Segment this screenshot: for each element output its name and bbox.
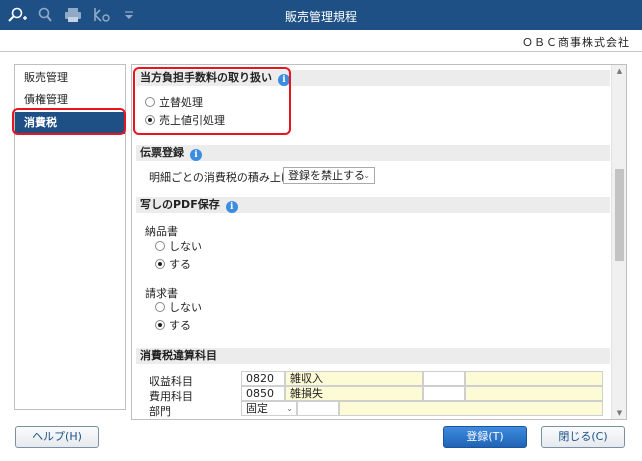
expense-account-name: 雑損失 — [285, 386, 423, 401]
section-heading-pdf: 写しのPDF保存 i — [136, 197, 610, 213]
radio-invoice-no[interactable]: しない — [155, 299, 202, 315]
expense-account-label: 費用科目 — [149, 390, 193, 403]
chevron-down-icon: ⌄ — [363, 171, 370, 180]
department-select[interactable]: 固定 ⌄ — [241, 401, 297, 416]
revenue-account-extra[interactable] — [423, 371, 465, 386]
delivery-note-label: 納品書 — [145, 225, 178, 238]
revenue-account-extra-name — [465, 371, 603, 386]
department-label: 部門 — [149, 405, 171, 418]
expense-account-extra[interactable] — [423, 386, 465, 401]
scroll-up-icon[interactable]: ▲ — [612, 65, 626, 77]
select-value: 登録を禁止する — [288, 169, 365, 182]
section-title: 伝票登録 — [140, 146, 184, 159]
tax-accumulation-label: 明細ごとの消費税の積み上げ — [149, 171, 292, 184]
scroll-thumb[interactable] — [615, 169, 624, 261]
title-bar: 販売管理規程 — [0, 0, 642, 30]
nav-item-sales[interactable]: 販売管理 — [15, 67, 125, 89]
option-label: する — [169, 258, 191, 271]
info-icon[interactable]: i — [225, 201, 238, 213]
expense-account-extra-name — [465, 386, 603, 401]
register-button[interactable]: 登録(T) — [443, 426, 527, 448]
highlight-box-nav — [12, 108, 126, 135]
radio-button-selected[interactable] — [155, 259, 165, 269]
radio-delivery-no[interactable]: しない — [155, 238, 202, 254]
highlight-box-commission — [133, 67, 291, 135]
option-label: する — [169, 319, 191, 332]
revenue-account-name: 雑収入 — [285, 371, 423, 386]
revenue-account-label: 収益科目 — [149, 375, 193, 388]
section-heading-tax-accounts: 消費税違算科目 — [136, 348, 610, 364]
chevron-down-icon: ⌄ — [286, 404, 293, 413]
vertical-scrollbar[interactable]: ▲ ▼ — [611, 65, 626, 419]
radio-button-selected[interactable] — [155, 320, 165, 330]
close-button[interactable]: 閉じる(C) — [541, 426, 625, 448]
window-title: 販売管理規程 — [284, 10, 357, 24]
option-label: しない — [169, 240, 202, 253]
radio-delivery-yes[interactable]: する — [155, 256, 191, 272]
radio-button[interactable] — [155, 241, 165, 251]
expense-account-code[interactable]: 0850 — [241, 386, 285, 401]
company-name: ＯＢＣ商事株式会社 — [522, 36, 630, 49]
section-title: 写しのPDF保存 — [140, 198, 220, 211]
revenue-account-code[interactable]: 0820 — [241, 371, 285, 386]
section-title: 消費税違算科目 — [140, 349, 217, 362]
scroll-down-icon[interactable]: ▼ — [612, 407, 626, 419]
option-label: しない — [169, 301, 202, 314]
select-value: 固定 — [246, 402, 268, 415]
department-name — [339, 401, 603, 416]
help-button[interactable]: ヘルプ(H) — [15, 426, 99, 448]
radio-button[interactable] — [155, 302, 165, 312]
department-code[interactable] — [297, 401, 339, 416]
info-icon[interactable]: i — [190, 149, 202, 161]
tax-accumulation-select[interactable]: 登録を禁止する ⌄ — [283, 167, 375, 184]
section-heading-voucher: 伝票登録 i — [136, 145, 610, 161]
company-bar: ＯＢＣ商事株式会社 — [0, 30, 642, 52]
radio-invoice-yes[interactable]: する — [155, 317, 191, 333]
